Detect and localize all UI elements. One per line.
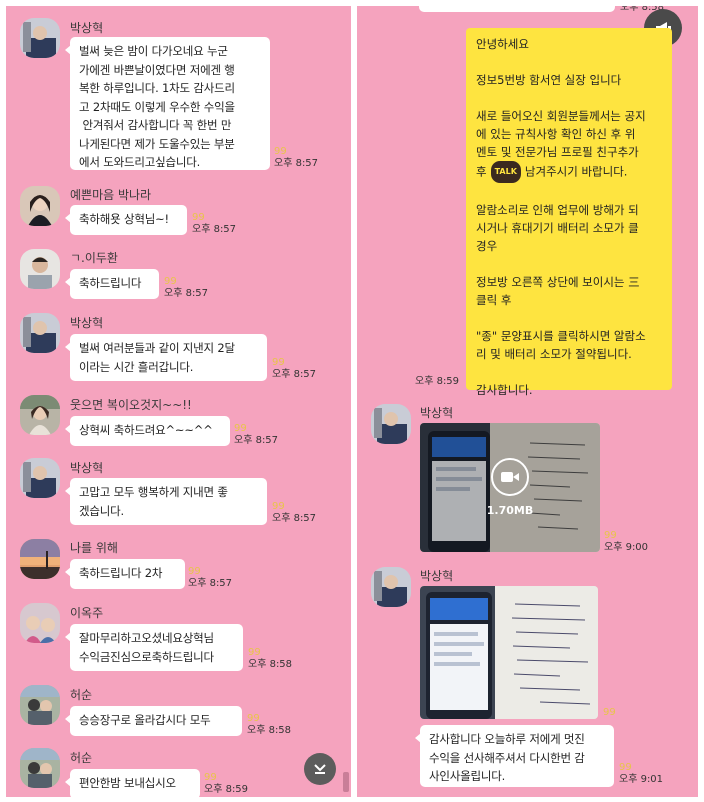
message-bubble[interactable]: 편안한밤 보내십시오: [65, 769, 200, 797]
unread-count: 99: [247, 713, 260, 724]
avatar[interactable]: [20, 313, 60, 353]
notice-line: 정보방 오른쪽 상단에 보이시는 三 클릭 후: [476, 275, 640, 307]
message-time: 오후 8:57: [188, 578, 233, 589]
scroll-to-bottom-button[interactable]: [304, 753, 336, 785]
avatar[interactable]: [20, 186, 60, 226]
notice-message[interactable]: 안녕하세요 정보5번방 함서연 실장 입니다 새로 들어오신 회원분들께서는 공…: [466, 28, 672, 397]
message-bubble[interactable]: 승승장구로 올라갑시다 모두: [65, 706, 242, 736]
unread-count: 99: [164, 276, 177, 287]
message-bubble[interactable]: 상혁씨 축하드려요^~~^^: [65, 416, 230, 446]
message-meta: 99 오후 8:57: [164, 276, 208, 300]
message-time: 오후 8:57: [192, 224, 237, 235]
message-meta: 99 오후 8:57: [188, 566, 232, 590]
message-time: 오후 9:00: [604, 542, 649, 553]
right-chat-panel: 오후 8:58 안녕하세요 정보5번방 함서연 실장 입니다 새로 들어오신 회…: [357, 6, 698, 797]
unread-count: 99: [234, 423, 247, 434]
video-file-size: 1.70MB: [486, 504, 534, 517]
unread-count: 99: [192, 212, 205, 223]
message-bubble[interactable]: 감사합니다 오늘하루 저에게 멋진 수익을 선사해주셔서 다시한번 감 사인사올…: [415, 725, 614, 787]
previous-message-bubble[interactable]: [419, 6, 615, 12]
sender-name: 박상혁: [70, 21, 104, 35]
avatar[interactable]: [20, 18, 60, 58]
notice-text: 남겨주시기 바랍니다.: [524, 164, 628, 179]
message-bubble[interactable]: 벌써 여러분들과 같이 지낸지 2달 이라는 시간 흘러갑니다.: [65, 334, 267, 381]
message-meta: 99 오후 8:57: [272, 357, 316, 381]
message-meta: 99 오후 8:57: [272, 501, 316, 525]
avatar[interactable]: [20, 748, 60, 788]
notice-line: 안녕하세요: [476, 37, 529, 51]
photo-preview-image: [420, 586, 598, 719]
avatar[interactable]: [20, 539, 60, 579]
message-meta: 99 오후 8:58: [247, 713, 291, 737]
video-overlay[interactable]: 1.70MB: [420, 423, 600, 552]
message-meta: 99 오후 8:57: [234, 423, 278, 447]
message-bubble[interactable]: 축하해욧 상혁님~!: [65, 205, 187, 235]
sender-name: 허순: [70, 688, 93, 702]
message-meta: 99 오후 8:57: [192, 212, 236, 236]
message-time: 오후 8:57: [272, 369, 317, 380]
video-camera-icon: [491, 458, 529, 496]
sender-name: 이옥주: [70, 606, 104, 620]
unread-count: 99: [248, 647, 261, 658]
message-time: 오후 8:59: [415, 376, 460, 387]
message-time: 오후 8:58: [247, 725, 292, 736]
message-meta: 99: [603, 707, 616, 719]
video-thumbnail[interactable]: 1.70MB: [420, 423, 600, 552]
notice-line: 정보5번방 함서연 실장 입니다: [476, 73, 622, 87]
left-chat-panel: 박상혁 벌써 늦은 밤이 다가오네요 누군 가에겐 바쁜날이였다면 저에겐 행 …: [6, 6, 351, 797]
message-time: 오후 8:57: [272, 513, 317, 524]
message-time: 오후 8:57: [164, 288, 209, 299]
avatar[interactable]: [20, 395, 60, 435]
message-time: 오후 8:57: [274, 158, 319, 169]
sender-name: 박상혁: [420, 406, 454, 420]
message-bubble[interactable]: 고맙고 모두 행복하게 지내면 좋 겠습니다.: [65, 478, 267, 525]
message-time: 오후 9:01: [619, 774, 664, 785]
message-meta: 99 오후 9:00: [604, 530, 648, 554]
notice-text: 후: [476, 164, 487, 179]
unread-count: 99: [272, 501, 285, 512]
notice-line: 감사합니다.: [476, 383, 533, 397]
sender-name: 예쁜마음 박나라: [70, 188, 152, 202]
sender-name: 박상혁: [70, 461, 104, 475]
sender-name: 박상혁: [420, 569, 454, 583]
avatar[interactable]: [20, 458, 60, 498]
message-bubble[interactable]: 축하드립니다 2차: [65, 559, 185, 589]
talk-badge-icon: TALK: [490, 161, 521, 183]
avatar[interactable]: [371, 567, 411, 607]
message-bubble[interactable]: 벌써 늦은 밤이 다가오네요 누군 가에겐 바쁜날이였다면 저에겐 행 복한 하…: [65, 37, 270, 170]
scrollbar[interactable]: [343, 772, 349, 792]
chevron-down-icon: [314, 764, 326, 774]
notice-text: 새로 들어오신 회원분들께서는 공지 에 있는 규칙사항 확인 하신 후 위 멘…: [476, 109, 646, 159]
message-meta: 99 오후 8:59: [204, 772, 248, 796]
notice-line: "종" 문양표시를 클릭하시면 알람소 리 및 배터리 소모가 절약됩니다.: [476, 329, 646, 361]
unread-count: 99: [619, 762, 632, 773]
sender-name: 웃으면 복이오것지~~!!: [70, 398, 192, 412]
unread-count: 99: [603, 707, 616, 718]
unread-count: 99: [204, 772, 217, 783]
photo-thumbnail[interactable]: [420, 586, 598, 719]
message-meta: 99 오후 8:57: [274, 146, 318, 170]
unread-count: 99: [188, 566, 201, 577]
sender-name: ㄱ.이두환: [70, 251, 118, 265]
avatar[interactable]: [20, 603, 60, 643]
sender-name: 나를 위해: [70, 541, 118, 555]
notice-line: 알람소리로 인해 업무에 방해가 되 시거나 휴대기기 배터리 소모가 클 경우: [476, 203, 639, 253]
message-time: 오후 8:58: [248, 659, 293, 670]
message-bubble[interactable]: 축하드립니다: [65, 269, 159, 299]
avatar[interactable]: [371, 404, 411, 444]
message-meta: 오후 8:59: [415, 376, 459, 388]
unread-count: 99: [274, 146, 287, 157]
message-time: 오후 8:57: [234, 435, 279, 446]
avatar[interactable]: [20, 685, 60, 725]
message-meta: 99 오후 8:58: [248, 647, 292, 671]
message-time: 오후 8:59: [204, 784, 249, 795]
sender-name: 박상혁: [70, 316, 104, 330]
sender-name: 허순: [70, 751, 93, 765]
unread-count: 99: [604, 530, 617, 541]
unread-count: 99: [272, 357, 285, 368]
notice-line: 새로 들어오신 회원분들께서는 공지 에 있는 규칙사항 확인 하신 후 위 멘…: [476, 107, 662, 183]
message-meta: 99 오후 9:01: [619, 762, 663, 786]
avatar[interactable]: [20, 249, 60, 289]
message-bubble[interactable]: 잘마무리하고오셨네요상혁님 수익금진심으로축하드립니다: [65, 624, 243, 671]
